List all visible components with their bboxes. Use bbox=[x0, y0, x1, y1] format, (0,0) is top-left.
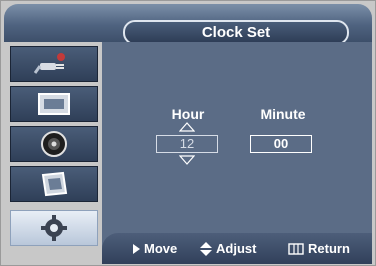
sidebar-item-channel[interactable] bbox=[10, 166, 98, 202]
hour-field[interactable]: 12 bbox=[156, 135, 218, 153]
osd-window: Clock Set Hour Minute 12 00 Move Adjust … bbox=[0, 0, 376, 266]
speaker-icon bbox=[41, 131, 67, 157]
hint-adjust: Adjust bbox=[200, 241, 256, 256]
hour-label: Hour bbox=[171, 106, 205, 122]
clock-panel: Hour Minute 12 00 bbox=[102, 42, 372, 264]
minute-field[interactable]: 00 bbox=[250, 135, 312, 153]
hint-return-label: Return bbox=[308, 241, 350, 256]
up-down-icon bbox=[200, 241, 212, 256]
plug-icon bbox=[34, 53, 65, 74]
hint-move-label: Move bbox=[144, 241, 178, 256]
hint-return: Return bbox=[288, 241, 350, 256]
help-bar: Move Adjust Return bbox=[102, 233, 372, 264]
sidebar-item-picture[interactable] bbox=[10, 86, 98, 122]
menu-icon bbox=[288, 242, 304, 255]
sidebar-item-sound[interactable] bbox=[10, 126, 98, 162]
channel-icon bbox=[41, 171, 68, 197]
arrow-down-icon[interactable] bbox=[179, 155, 195, 165]
hint-adjust-label: Adjust bbox=[216, 241, 257, 256]
arrow-right-icon bbox=[133, 243, 140, 254]
gear-icon bbox=[41, 215, 67, 241]
minute-label: Minute bbox=[260, 106, 306, 122]
sidebar bbox=[4, 42, 102, 264]
picture-icon bbox=[38, 93, 70, 115]
sidebar-item-setup[interactable] bbox=[10, 210, 98, 246]
hint-move: Move bbox=[132, 241, 177, 256]
sidebar-item-input[interactable] bbox=[10, 46, 98, 82]
arrow-up-icon[interactable] bbox=[179, 122, 195, 132]
